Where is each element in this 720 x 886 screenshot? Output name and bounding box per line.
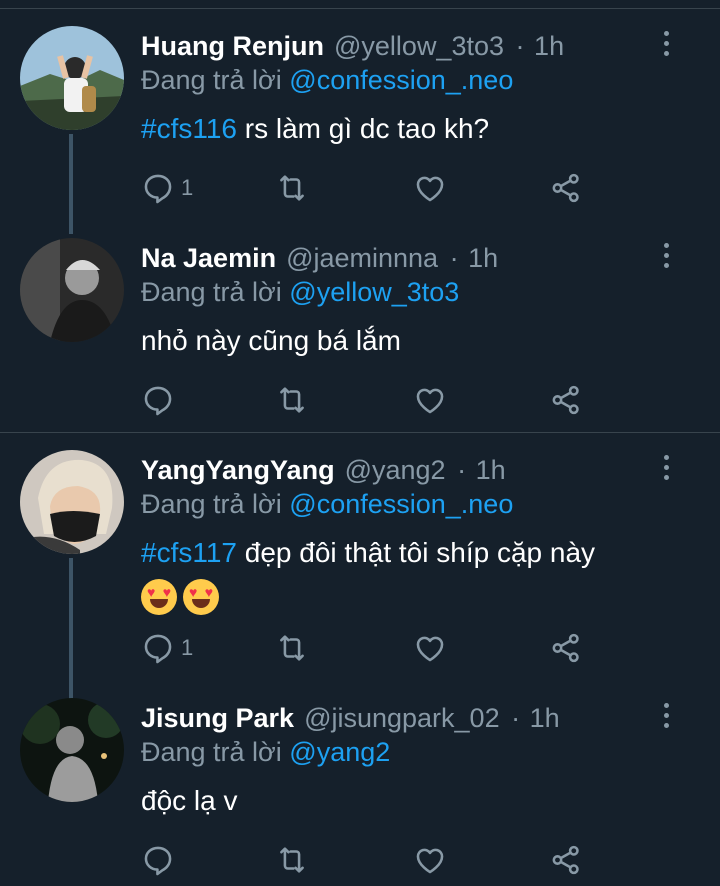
action-bar: 1 xyxy=(141,170,601,206)
action-bar xyxy=(141,382,601,418)
reply-icon xyxy=(141,631,175,665)
top-divider xyxy=(0,8,720,9)
share-button[interactable] xyxy=(549,842,583,878)
retweet-icon xyxy=(275,843,309,877)
heart-eyes-emoji xyxy=(183,578,219,615)
tweet-body: rs làm gì dc tao kh? xyxy=(237,113,490,144)
reply-count: 1 xyxy=(181,635,194,660)
retweet-button[interactable] xyxy=(275,842,309,878)
tweet-body: nhỏ này cũng bá lắm xyxy=(141,325,401,356)
user-handle[interactable]: @jaeminnna xyxy=(286,243,438,273)
user-handle[interactable]: @yellow_3to3 xyxy=(334,31,504,61)
tweet-jisung-park[interactable]: Jisung Park @jisungpark_02 · 1h Đang trả … xyxy=(0,698,720,886)
thread-line xyxy=(69,558,73,700)
reply-icon xyxy=(141,383,175,417)
share-icon xyxy=(549,171,583,205)
reply-mention[interactable]: @confession_.neo xyxy=(289,489,513,519)
more-options-icon[interactable] xyxy=(660,703,672,733)
avatar[interactable] xyxy=(20,238,124,342)
reply-count: 1 xyxy=(181,175,194,200)
separator: · xyxy=(449,243,459,273)
reply-mention[interactable]: @confession_.neo xyxy=(289,65,513,95)
replying-label: Đang trả lời xyxy=(141,737,282,767)
thread-line xyxy=(69,134,73,234)
tweet-text: #cfs117 đẹp đôi thật tôi shíp cặp này xyxy=(141,532,681,616)
hashtag[interactable]: #cfs116 xyxy=(141,113,237,144)
share-icon xyxy=(549,631,583,665)
like-button[interactable] xyxy=(413,382,447,418)
retweet-icon xyxy=(275,383,309,417)
retweet-icon xyxy=(275,171,309,205)
like-button[interactable] xyxy=(413,170,447,206)
timestamp: 1h xyxy=(475,455,506,485)
action-bar: 1 xyxy=(141,630,601,666)
tweet-text: độc lạ v xyxy=(141,780,681,822)
replying-to: Đang trả lời @yang2 xyxy=(141,732,390,772)
separator: · xyxy=(511,703,521,733)
retweet-button[interactable] xyxy=(275,630,309,666)
reply-button[interactable] xyxy=(141,842,175,878)
tweet-text: nhỏ này cũng bá lắm xyxy=(141,320,681,362)
share-icon xyxy=(549,383,583,417)
reply-button[interactable] xyxy=(141,382,175,418)
timestamp: 1h xyxy=(529,703,560,733)
reply-button[interactable]: 1 xyxy=(141,630,193,666)
replying-label: Đang trả lời xyxy=(141,277,282,307)
like-icon xyxy=(413,171,447,205)
reply-button[interactable]: 1 xyxy=(141,170,193,206)
share-button[interactable] xyxy=(549,382,583,418)
like-button[interactable] xyxy=(413,842,447,878)
reply-icon xyxy=(141,171,175,205)
like-button[interactable] xyxy=(413,630,447,666)
tweet-text: #cfs116 rs làm gì dc tao kh? xyxy=(141,108,681,150)
hashtag[interactable]: #cfs117 xyxy=(141,537,237,568)
avatar[interactable] xyxy=(20,698,124,802)
timestamp: 1h xyxy=(468,243,499,273)
separator: · xyxy=(515,31,525,61)
retweet-icon xyxy=(275,631,309,665)
display-name[interactable]: Jisung Park xyxy=(141,703,294,733)
more-options-icon[interactable] xyxy=(660,31,672,61)
tweet-huang-renjun[interactable]: Huang Renjun @yellow_3to3 · 1h Đang trả l… xyxy=(0,26,720,234)
tweet-body: độc lạ v xyxy=(141,785,238,816)
display-name[interactable]: Na Jaemin xyxy=(141,243,276,273)
tweet-body: đẹp đôi thật tôi shíp cặp này xyxy=(237,537,596,568)
action-bar xyxy=(141,842,601,878)
share-button[interactable] xyxy=(549,170,583,206)
display-name[interactable]: Huang Renjun xyxy=(141,31,324,61)
reply-icon xyxy=(141,843,175,877)
share-icon xyxy=(549,843,583,877)
replying-to: Đang trả lời @confession_.neo xyxy=(141,484,513,524)
tweet-yangyangyang[interactable]: YangYangYang @yang2 · 1h Đang trả lời @co… xyxy=(0,450,720,700)
retweet-button[interactable] xyxy=(275,382,309,418)
avatar[interactable] xyxy=(20,450,124,554)
display-name[interactable]: YangYangYang xyxy=(141,455,335,485)
reply-mention[interactable]: @yang2 xyxy=(289,737,390,767)
heart-eyes-emoji xyxy=(141,578,177,615)
like-icon xyxy=(413,383,447,417)
replying-to: Đang trả lời @confession_.neo xyxy=(141,60,513,100)
tweet-na-jaemin[interactable]: Na Jaemin @jaeminnna · 1h Đang trả lời @y… xyxy=(0,238,720,428)
more-options-icon[interactable] xyxy=(660,455,672,485)
share-button[interactable] xyxy=(549,630,583,666)
timestamp: 1h xyxy=(534,31,565,61)
thread-divider xyxy=(0,432,720,433)
replying-label: Đang trả lời xyxy=(141,65,282,95)
separator: · xyxy=(457,455,467,485)
avatar[interactable] xyxy=(20,26,124,130)
replying-to: Đang trả lời @yellow_3to3 xyxy=(141,272,459,312)
retweet-button[interactable] xyxy=(275,170,309,206)
user-handle[interactable]: @jisungpark_02 xyxy=(304,703,500,733)
more-options-icon[interactable] xyxy=(660,243,672,273)
reply-mention[interactable]: @yellow_3to3 xyxy=(289,277,459,307)
like-icon xyxy=(413,631,447,665)
user-handle[interactable]: @yang2 xyxy=(345,455,446,485)
replying-label: Đang trả lời xyxy=(141,489,282,519)
like-icon xyxy=(413,843,447,877)
